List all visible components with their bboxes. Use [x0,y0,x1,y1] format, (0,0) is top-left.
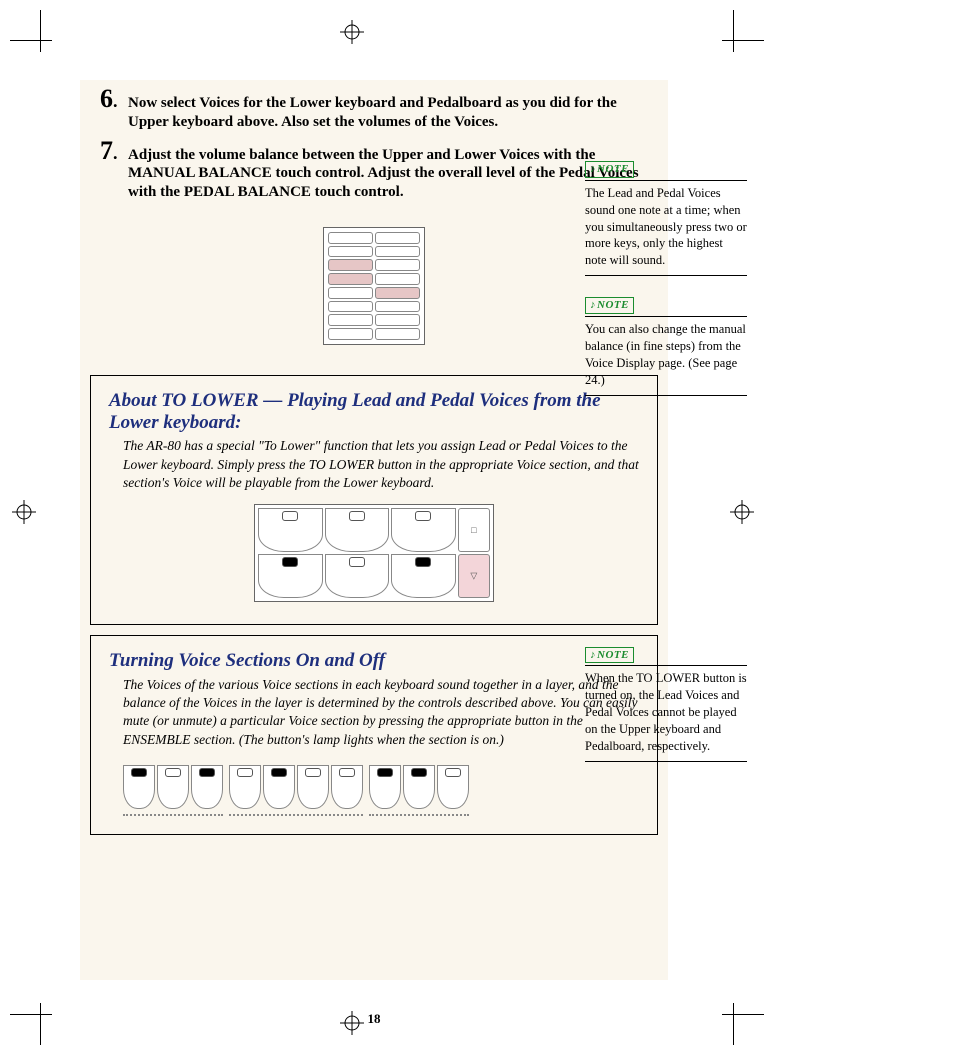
registration-mark [12,500,36,524]
note-3: ♪NOTE When the TO LOWER button is turned… [585,646,747,762]
ensemble-row-diagram [123,765,483,816]
step-6: 6. Now select Voices for the Lower keybo… [100,86,648,132]
info-body: The Voices of the various Voice sections… [123,676,639,749]
turning-voice-sections-box: Turning Voice Sections On and Off The Vo… [90,635,658,835]
note-label: ♪NOTE [585,647,634,664]
note-2: ♪NOTE You can also change the manual bal… [585,296,747,395]
note-text: The Lead and Pedal Voices sound one note… [585,185,747,269]
info-body: The AR-80 has a special "To Lower" funct… [123,437,639,492]
step-text: Adjust the volume balance between the Up… [128,138,648,202]
crop-mark [722,1003,764,1045]
info-title: Turning Voice Sections On and Off [109,650,639,672]
crop-mark [722,10,764,52]
note-label: ♪NOTE [585,161,634,178]
step-number: 6. [100,86,128,132]
step-text: Now select Voices for the Lower keyboard… [128,86,648,132]
about-to-lower-box: About TO LOWER — Playing Lead and Pedal … [90,375,658,625]
step-number: 7. [100,138,128,202]
notes-sidebar: ♪NOTE The Lead and Pedal Voices sound on… [585,160,747,782]
info-title: About TO LOWER — Playing Lead and Pedal … [109,390,639,434]
note-text: When the TO LOWER button is turned on, t… [585,670,747,754]
step-7: 7. Adjust the volume balance between the… [100,138,648,202]
page-number: 18 [80,1011,668,1027]
note-1: ♪NOTE The Lead and Pedal Voices sound on… [585,160,747,276]
registration-mark [340,20,364,44]
balance-panel-diagram [323,227,425,345]
note-text: You can also change the manual balance (… [585,321,747,389]
crop-mark [10,1003,52,1045]
crop-mark [10,10,52,52]
page-content-area: 6. Now select Voices for the Lower keybo… [80,80,668,980]
to-lower-panel-diagram: □ ▽ [254,504,494,602]
note-label: ♪NOTE [585,297,634,314]
